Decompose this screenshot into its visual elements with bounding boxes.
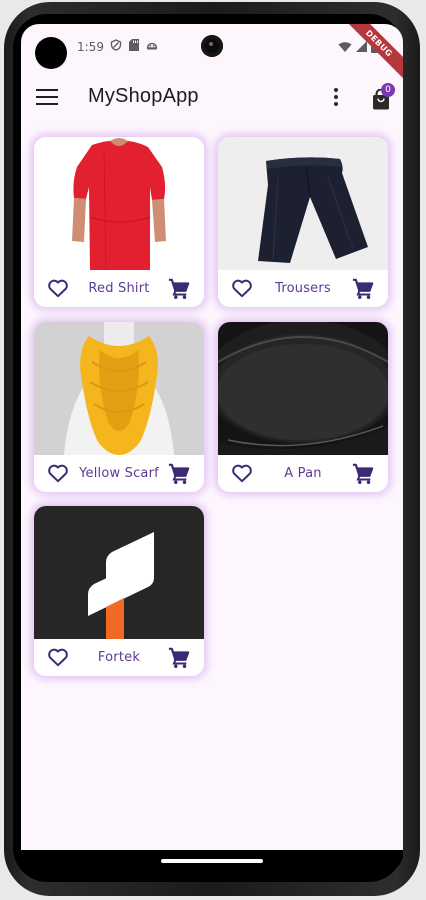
android-icon — [146, 42, 158, 50]
product-image-a-pan[interactable] — [218, 322, 388, 455]
product-title[interactable]: A Pan — [262, 455, 344, 492]
hamburger-icon-line — [36, 96, 58, 98]
product-title[interactable]: Red Shirt — [78, 270, 160, 307]
product-image-red-shirt[interactable] — [34, 137, 204, 270]
system-navigation-bar — [21, 850, 403, 872]
cart-count-badge: 0 — [381, 83, 395, 97]
cart-icon[interactable] — [352, 463, 374, 485]
product-footer: A Pan — [218, 455, 388, 492]
more-vert-icon[interactable] — [330, 88, 342, 110]
cart-icon[interactable] — [168, 463, 190, 485]
product-footer: Fortek — [34, 639, 204, 676]
product-image-fortek[interactable] — [34, 506, 204, 639]
heart-outline-icon[interactable] — [47, 278, 69, 298]
heart-outline-icon[interactable] — [231, 463, 253, 483]
status-icons — [110, 39, 158, 51]
cart-icon[interactable] — [352, 278, 374, 300]
product-card-fortek[interactable]: Fortek — [34, 506, 204, 676]
cart-icon[interactable] — [168, 647, 190, 669]
app-screen: 1:59 DEBUG MyShopApp 0 Red Shirt Trouser… — [21, 24, 403, 850]
wifi-icon — [338, 41, 352, 52]
app-bar: MyShopApp 0 — [21, 74, 403, 124]
cart-icon[interactable] — [168, 278, 190, 300]
product-image-yellow-scarf[interactable] — [34, 322, 204, 455]
product-footer: Trousers — [218, 270, 388, 307]
product-image-trousers[interactable] — [218, 137, 388, 270]
heart-outline-icon[interactable] — [231, 278, 253, 298]
product-title[interactable]: Yellow Scarf — [78, 455, 160, 492]
hamburger-icon-line — [36, 103, 58, 105]
heart-outline-icon[interactable] — [47, 647, 69, 667]
status-time: 1:59 — [77, 40, 104, 54]
data-saver-icon — [110, 39, 122, 51]
product-footer: Red Shirt — [34, 270, 204, 307]
app-title: MyShopApp — [88, 85, 199, 107]
product-footer: Yellow Scarf — [34, 455, 204, 492]
product-title[interactable]: Fortek — [78, 639, 160, 676]
hamburger-icon-line — [36, 89, 58, 91]
product-card-red-shirt[interactable]: Red Shirt — [34, 137, 204, 307]
menu-button[interactable] — [36, 89, 58, 107]
sd-card-icon — [129, 39, 139, 51]
front-camera-center — [201, 35, 223, 57]
product-card-a-pan[interactable]: A Pan — [218, 322, 388, 492]
signal-icon — [356, 40, 367, 52]
heart-outline-icon[interactable] — [47, 463, 69, 483]
home-gesture-handle[interactable] — [161, 859, 263, 863]
product-card-yellow-scarf[interactable]: Yellow Scarf — [34, 322, 204, 492]
product-card-trousers[interactable]: Trousers — [218, 137, 388, 307]
product-title[interactable]: Trousers — [262, 270, 344, 307]
front-camera-left — [35, 37, 67, 69]
